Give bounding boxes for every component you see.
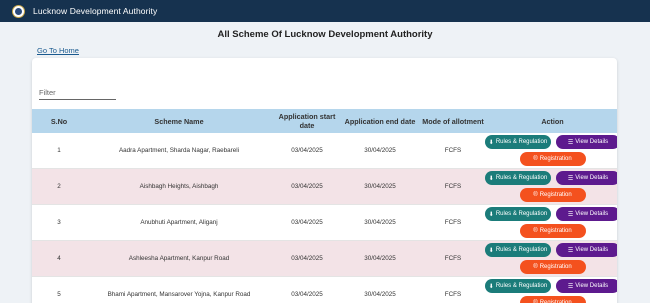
cell-sno: 2 bbox=[57, 183, 61, 190]
rules-label: Rules & Regulation bbox=[495, 175, 548, 181]
schemes-table: S.No Scheme Name Application start date … bbox=[32, 109, 617, 303]
cell-scheme-name: Aishbagh Heights, Aishbagh bbox=[139, 183, 219, 190]
registered-icon: ® bbox=[533, 156, 538, 162]
list-icon: ☰ bbox=[567, 139, 574, 146]
cell-actions: ⬇ Rules & Regulation ☰ View Details ® Regis… bbox=[485, 279, 617, 303]
col-mode: Mode of allotment bbox=[422, 116, 484, 126]
view-label: View Details bbox=[575, 175, 609, 181]
cell-end-date: 30/04/2025 bbox=[364, 183, 396, 190]
registered-icon: ® bbox=[533, 228, 538, 234]
page-title: All Scheme Of Lucknow Development Author… bbox=[217, 29, 433, 40]
register-label: Registration bbox=[539, 156, 572, 162]
cell-scheme-name: Bhami Apartment, Mansarover Yojna, Kanpu… bbox=[107, 291, 251, 298]
registration-button[interactable]: ® Registration bbox=[519, 260, 586, 274]
download-icon: ⬇ bbox=[488, 175, 494, 182]
brand-name: Lucknow Development Authority bbox=[33, 6, 158, 16]
cell-mode: FCFS bbox=[444, 183, 462, 190]
view-details-button[interactable]: ☰ View Details bbox=[556, 243, 617, 257]
rules-label: Rules & Regulation bbox=[495, 139, 548, 145]
schemes-card: S.No Scheme Name Application start date … bbox=[32, 58, 617, 303]
list-icon: ☰ bbox=[567, 283, 574, 290]
view-label: View Details bbox=[575, 283, 609, 289]
col-scheme-name: Scheme Name bbox=[154, 116, 204, 126]
view-details-button[interactable]: ☰ View Details bbox=[556, 207, 617, 221]
download-icon: ⬇ bbox=[488, 211, 494, 218]
view-details-button[interactable]: ☰ View Details bbox=[556, 171, 617, 185]
cell-mode: FCFS bbox=[444, 147, 462, 154]
rules-regulation-button[interactable]: ⬇ Rules & Regulation bbox=[485, 243, 551, 257]
view-details-button[interactable]: ☰ View Details bbox=[556, 135, 617, 149]
cell-sno: 3 bbox=[57, 219, 61, 226]
cell-scheme-name: Anubhuti Apartment, Aliganj bbox=[140, 219, 218, 226]
cell-start-date: 03/04/2025 bbox=[291, 291, 323, 298]
view-label: View Details bbox=[575, 139, 609, 145]
go-to-home-link[interactable]: Go To Home bbox=[37, 46, 79, 55]
cell-end-date: 30/04/2025 bbox=[364, 147, 396, 154]
table-row: 3 Anubhuti Apartment, Aliganj 03/04/2025… bbox=[32, 205, 617, 241]
register-label: Registration bbox=[539, 228, 572, 234]
col-start-date: Application start date bbox=[278, 112, 336, 130]
col-sno: S.No bbox=[50, 116, 68, 126]
registration-button[interactable]: ® Registration bbox=[519, 188, 586, 202]
cell-start-date: 03/04/2025 bbox=[291, 255, 323, 262]
table-row: 4 Ashleesha Apartment, Kanpur Road 03/04… bbox=[32, 241, 617, 277]
registration-button[interactable]: ® Registration bbox=[519, 224, 586, 238]
top-navbar: Lucknow Development Authority bbox=[0, 0, 650, 22]
download-icon: ⬇ bbox=[488, 283, 494, 290]
cell-start-date: 03/04/2025 bbox=[291, 219, 323, 226]
table-body: 1 Aadra Apartment, Sharda Nagar, Raebare… bbox=[32, 133, 617, 303]
cell-scheme-name: Aadra Apartment, Sharda Nagar, Raebareli bbox=[118, 147, 240, 154]
list-icon: ☰ bbox=[567, 211, 574, 218]
table-row: 1 Aadra Apartment, Sharda Nagar, Raebare… bbox=[32, 133, 617, 169]
view-details-button[interactable]: ☰ View Details bbox=[556, 279, 617, 293]
registration-button[interactable]: ® Registration bbox=[519, 296, 586, 303]
cell-scheme-name: Ashleesha Apartment, Kanpur Road bbox=[128, 255, 230, 262]
download-icon: ⬇ bbox=[488, 247, 494, 254]
col-end-date: Application end date bbox=[344, 116, 416, 126]
cell-actions: ⬇ Rules & Regulation ☰ View Details ® Regis… bbox=[485, 243, 617, 274]
registered-icon: ® bbox=[533, 264, 538, 270]
cell-actions: ⬇ Rules & Regulation ☰ View Details ® Regis… bbox=[485, 207, 617, 238]
rules-regulation-button[interactable]: ⬇ Rules & Regulation bbox=[485, 171, 551, 185]
rules-regulation-button[interactable]: ⬇ Rules & Regulation bbox=[485, 207, 551, 221]
view-label: View Details bbox=[575, 211, 609, 217]
cell-sno: 4 bbox=[57, 255, 61, 262]
cell-end-date: 30/04/2025 bbox=[364, 219, 396, 226]
cell-actions: ⬇ Rules & Regulation ☰ View Details ® Regis… bbox=[485, 135, 617, 166]
cell-sno: 1 bbox=[57, 147, 61, 154]
cell-end-date: 30/04/2025 bbox=[364, 291, 396, 298]
cell-end-date: 30/04/2025 bbox=[364, 255, 396, 262]
cell-actions: ⬇ Rules & Regulation ☰ View Details ® Regis… bbox=[485, 171, 617, 202]
cell-mode: FCFS bbox=[444, 255, 462, 262]
view-label: View Details bbox=[575, 247, 609, 253]
list-icon: ☰ bbox=[567, 247, 574, 254]
table-row: 5 Bhami Apartment, Mansarover Yojna, Kan… bbox=[32, 277, 617, 303]
cell-sno: 5 bbox=[57, 291, 61, 298]
cell-start-date: 03/04/2025 bbox=[291, 147, 323, 154]
table-row: 2 Aishbagh Heights, Aishbagh 03/04/2025 … bbox=[32, 169, 617, 205]
registered-icon: ® bbox=[533, 192, 538, 198]
register-label: Registration bbox=[539, 264, 572, 270]
table-header: S.No Scheme Name Application start date … bbox=[32, 109, 617, 133]
rules-label: Rules & Regulation bbox=[495, 247, 548, 253]
cell-mode: FCFS bbox=[444, 219, 462, 226]
registration-button[interactable]: ® Registration bbox=[519, 152, 586, 166]
register-label: Registration bbox=[539, 192, 572, 198]
cell-mode: FCFS bbox=[444, 291, 462, 298]
list-icon: ☰ bbox=[567, 175, 574, 182]
rules-label: Rules & Regulation bbox=[495, 283, 548, 289]
filter-input[interactable] bbox=[39, 86, 116, 100]
rules-regulation-button[interactable]: ⬇ Rules & Regulation bbox=[485, 279, 551, 293]
col-action: Action bbox=[541, 116, 564, 126]
lda-logo-icon bbox=[12, 4, 25, 18]
rules-regulation-button[interactable]: ⬇ Rules & Regulation bbox=[485, 135, 551, 149]
download-icon: ⬇ bbox=[488, 139, 494, 146]
cell-start-date: 03/04/2025 bbox=[291, 183, 323, 190]
rules-label: Rules & Regulation bbox=[495, 211, 548, 217]
